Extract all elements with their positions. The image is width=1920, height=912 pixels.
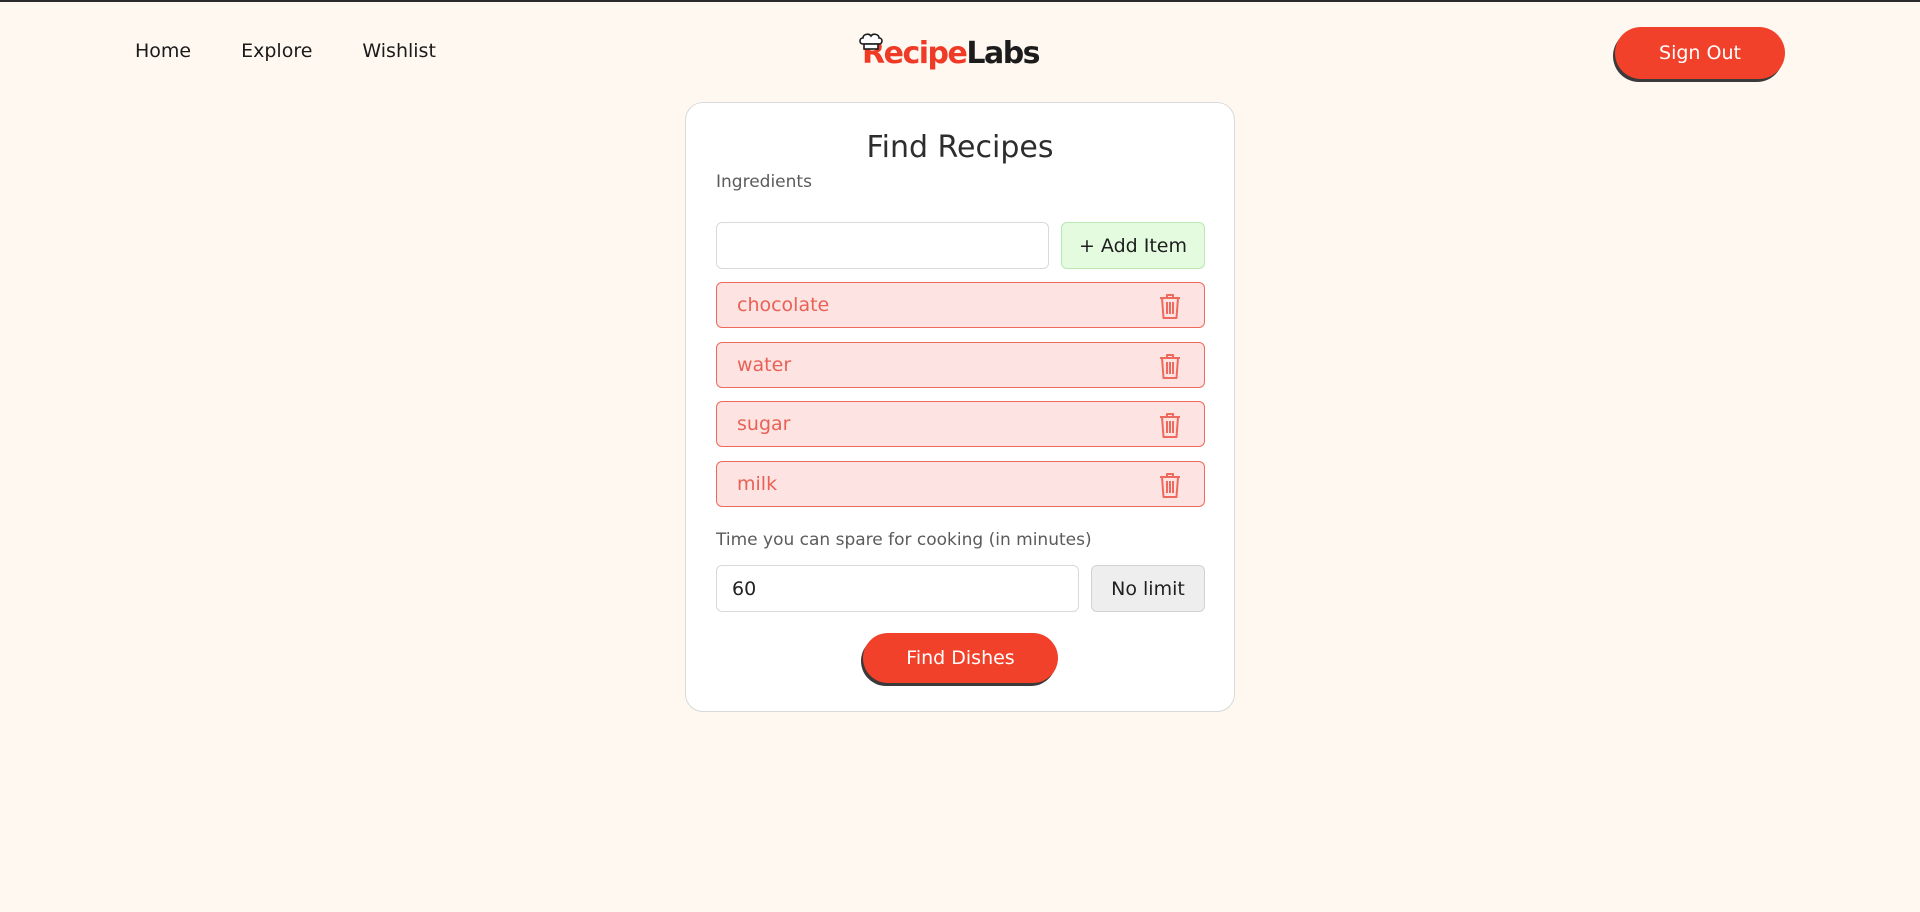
ingredient-name: water [737,353,792,376]
find-dishes-button[interactable]: Find Dishes [863,633,1058,683]
ingredient-item: water [716,341,1205,388]
trash-icon[interactable] [1158,292,1182,320]
nav-link-home[interactable]: Home [135,40,191,62]
time-input[interactable] [716,565,1079,612]
nav-links: Home Explore Wishlist [135,40,436,62]
ingredient-item: sugar [716,401,1205,447]
trash-icon[interactable] [1158,471,1182,499]
nav-link-explore[interactable]: Explore [241,40,312,62]
page-title: Find Recipes [866,130,1054,165]
brand-logo[interactable]: RecipeLabs [859,30,1041,76]
brand-name: RecipeLabs [862,32,1041,76]
ingredients-label: Ingredients [716,172,812,192]
nav-link-wishlist[interactable]: Wishlist [362,40,436,62]
ingredient-input[interactable] [716,222,1049,269]
ingredient-name: chocolate [737,294,830,316]
ingredient-item: chocolate [716,282,1205,328]
find-recipes-card: Find Recipes Ingredients + Add Item choc… [685,102,1235,712]
add-item-button[interactable]: + Add Item [1061,222,1205,269]
ingredient-item: milk [716,460,1205,507]
trash-icon[interactable] [1158,352,1182,380]
time-label: Time you can spare for cooking (in minut… [716,530,1092,550]
no-limit-button[interactable]: No limit [1091,565,1205,612]
trash-icon[interactable] [1158,411,1182,439]
ingredient-name: milk [737,472,778,495]
top-navbar: Home Explore Wishlist RecipeLabs Sign Ou… [0,0,1920,100]
chef-hat-icon [859,33,883,50]
ingredient-name: sugar [737,413,791,435]
sign-out-button[interactable]: Sign Out [1615,27,1785,79]
brand-name-labs: Labs [966,36,1040,71]
ingredient-list: chocolate water sugar milk [716,282,1205,520]
